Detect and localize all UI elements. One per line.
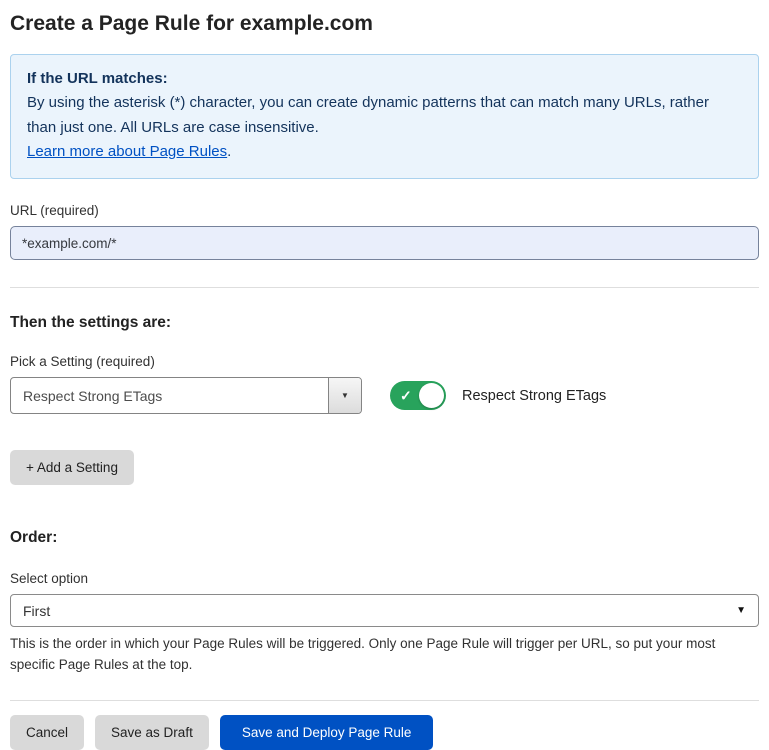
setting-picker-label: Pick a Setting (required): [10, 354, 759, 369]
toggle-label: Respect Strong ETags: [462, 388, 606, 404]
divider: [10, 287, 759, 288]
url-field-label: URL (required): [10, 203, 759, 218]
setting-row: Respect Strong ETags ▼ ✓ Respect Strong …: [10, 377, 759, 414]
settings-section-heading: Then the settings are:: [10, 314, 759, 332]
footer-actions: Cancel Save as Draft Save and Deploy Pag…: [10, 715, 759, 750]
order-help-text: This is the order in which your Page Rul…: [10, 634, 759, 676]
setting-select[interactable]: Respect Strong ETags ▼: [10, 377, 362, 414]
setting-toggle-wrap: ✓ Respect Strong ETags: [390, 381, 606, 410]
url-input[interactable]: [10, 226, 759, 260]
save-draft-button[interactable]: Save as Draft: [95, 715, 209, 750]
chevron-down-icon: ▼: [736, 606, 746, 616]
setting-select-caret-button[interactable]: ▼: [328, 378, 361, 413]
order-select-value: First: [23, 603, 50, 619]
setting-select-value: Respect Strong ETags: [11, 378, 328, 413]
info-box-link-line: Learn more about Page Rules.: [27, 140, 742, 164]
save-deploy-button[interactable]: Save and Deploy Page Rule: [220, 715, 434, 750]
respect-strong-etags-toggle[interactable]: ✓: [390, 381, 446, 410]
cancel-button[interactable]: Cancel: [10, 715, 84, 750]
link-period: .: [227, 143, 231, 160]
divider: [10, 700, 759, 701]
add-setting-button[interactable]: + Add a Setting: [10, 450, 134, 485]
page-title: Create a Page Rule for example.com: [10, 12, 759, 36]
url-match-info-box: If the URL matches: By using the asteris…: [10, 54, 759, 179]
check-icon: ✓: [400, 387, 412, 404]
order-select[interactable]: First ▼: [10, 594, 759, 627]
chevron-down-icon: ▼: [341, 392, 349, 400]
info-box-body: By using the asterisk (*) character, you…: [27, 91, 742, 140]
learn-more-link[interactable]: Learn more about Page Rules: [27, 143, 227, 160]
info-box-heading: If the URL matches:: [27, 67, 742, 91]
toggle-knob: [419, 383, 444, 408]
order-section-heading: Order:: [10, 529, 759, 547]
page-rule-form: Create a Page Rule for example.com If th…: [0, 0, 769, 750]
order-select-label: Select option: [10, 571, 759, 586]
